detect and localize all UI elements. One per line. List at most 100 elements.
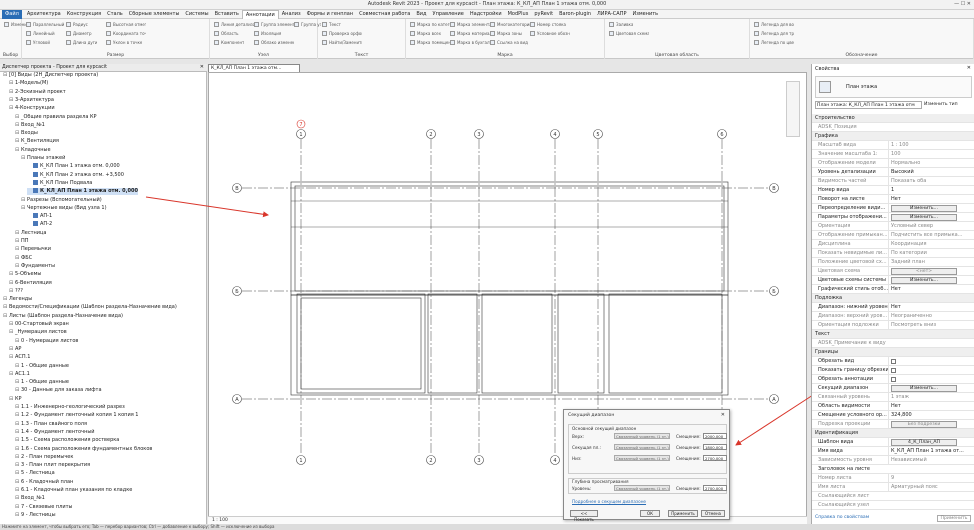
property-value[interactable]: Арматурный пояс: [888, 483, 974, 492]
checkbox[interactable]: [891, 377, 896, 382]
property-value[interactable]: Изменить...: [888, 276, 974, 285]
ok-button[interactable]: ОК: [640, 510, 660, 517]
apply-button[interactable]: Применить: [668, 510, 698, 517]
level-dropdown[interactable]: Связанный уровень (1 эт.): [614, 444, 670, 450]
property-name: ADSK_Позиция: [818, 124, 857, 130]
property-name: Текст: [815, 331, 830, 337]
property-row: Диапазон: нижний уровен... Нет: [812, 303, 974, 312]
property-value[interactable]: Условный север: [888, 222, 974, 231]
level-dropdown[interactable]: Связанный уровень (1 эт.): [614, 455, 670, 461]
property-name: Имя листа: [818, 484, 846, 490]
property-section[interactable]: Границы: [812, 348, 974, 357]
property-value[interactable]: Показать оба: [888, 177, 974, 186]
close-icon[interactable]: ✕: [721, 412, 725, 418]
property-value[interactable]: Координация: [888, 240, 974, 249]
property-value[interactable]: 9: [888, 474, 974, 483]
annotation-arrow: [145, 196, 269, 218]
property-value[interactable]: Нет: [888, 402, 974, 411]
property-value[interactable]: Неограниченно: [888, 312, 974, 321]
property-value[interactable]: Изменить...: [888, 213, 974, 222]
checkbox[interactable]: [891, 368, 896, 373]
property-value[interactable]: 324,800: [888, 411, 974, 420]
edit-button[interactable]: Без подрезки: [891, 421, 957, 428]
property-section[interactable]: Строительство: [812, 114, 974, 123]
dialog-title: Секущий диапазон: [568, 413, 615, 418]
property-value[interactable]: К_КЛ_АП План 1 этажа от...: [888, 447, 974, 456]
edit-button[interactable]: Изменить...: [891, 385, 957, 392]
property-name: Заголовок на листе: [818, 466, 870, 472]
offset-input[interactable]: 2700,000: [703, 455, 727, 461]
property-value[interactable]: 100: [888, 150, 974, 159]
property-value[interactable]: Нормально: [888, 159, 974, 168]
depth-label: Глубина просматривания: [572, 479, 629, 484]
property-name: Ссылающийся узел: [818, 502, 870, 508]
property-name: Идентификация: [815, 430, 858, 436]
property-value[interactable]: Изменить...: [888, 384, 974, 393]
properties-panel: Свойства ✕ План этажа План этажа: К_КЛ_А…: [811, 64, 974, 524]
properties-help-link[interactable]: Справка по свойствам: [815, 515, 869, 520]
edit-button[interactable]: <нет>: [891, 268, 957, 275]
property-value[interactable]: 1: [888, 186, 974, 195]
property-name: Отображение примыкан...: [818, 232, 888, 238]
property-value[interactable]: Задний план: [888, 258, 974, 267]
property-value[interactable]: 4_К_План_АП: [888, 438, 974, 447]
property-value[interactable]: 1 этаж: [888, 393, 974, 402]
property-section[interactable]: Подложка: [812, 294, 974, 303]
checkbox[interactable]: [891, 359, 896, 364]
property-row: Поворот на листе Нет: [812, 195, 974, 204]
property-value[interactable]: <нет>: [888, 267, 974, 276]
type-selector[interactable]: План этажа: [815, 76, 972, 98]
instance-selector[interactable]: План этажа: К_КЛ_АП План 1 этажа отм: [815, 101, 922, 109]
property-value[interactable]: Подчистить все примыка...: [888, 231, 974, 240]
property-value[interactable]: Нет: [888, 285, 974, 294]
property-value[interactable]: Без подрезки: [888, 420, 974, 429]
offset-input[interactable]: 2000,000: [703, 433, 727, 439]
edit-button[interactable]: Изменить...: [891, 277, 957, 284]
property-value[interactable]: Посмотреть вниз: [888, 321, 974, 330]
edit-button[interactable]: 4_К_План_АП: [891, 439, 957, 446]
property-value[interactable]: Нет: [888, 195, 974, 204]
property-value[interactable]: Нет: [888, 303, 974, 312]
property-row: Имя вида К_КЛ_АП План 1 этажа от...: [812, 447, 974, 456]
edit-button[interactable]: Изменить...: [891, 214, 957, 221]
property-name: Ссылающийся лист: [818, 493, 870, 499]
edit-type-button[interactable]: Изменить тип: [924, 101, 973, 109]
property-value[interactable]: Изменить...: [888, 204, 974, 213]
range-label: Верх:: [572, 434, 584, 439]
range-label: Низ:: [572, 456, 582, 461]
property-name: Поворот на листе: [818, 196, 865, 202]
offset-input[interactable]: 2700,000: [703, 485, 727, 491]
property-name: Строительство: [815, 115, 855, 121]
view-range-dialog: Секущий диапазон ✕ Основной секущий диап…: [563, 409, 730, 522]
property-row: Подрезка проекции Без подрезки: [812, 420, 974, 429]
property-name: Область видимости: [818, 403, 871, 409]
property-section[interactable]: Текст: [812, 330, 974, 339]
property-value[interactable]: 1 : 100: [888, 141, 974, 150]
show-button[interactable]: << Показать: [570, 510, 598, 522]
apply-button[interactable]: Применить: [937, 515, 971, 522]
property-name: Подрезка проекции: [818, 421, 871, 427]
property-name: ADSK_Примечание к виду: [818, 340, 886, 346]
help-link[interactable]: Подробнее о секущем диапазоне: [572, 499, 646, 504]
property-value[interactable]: По категории: [888, 249, 974, 258]
property-row: Графический стиль отоб... Нет: [812, 285, 974, 294]
property-row: Параметры отображени... Изменить...: [812, 213, 974, 222]
property-section[interactable]: Идентификация: [812, 429, 974, 438]
property-name: Подложка: [815, 295, 843, 301]
property-name: Номер вида: [818, 187, 850, 193]
property-value[interactable]: Независимый: [888, 456, 974, 465]
level-dropdown[interactable]: Связанный уровень (1 эт.): [614, 485, 670, 491]
property-name: Номер листа: [818, 475, 852, 481]
level-dropdown[interactable]: Связанный уровень (1 эт.): [614, 433, 670, 439]
offset-label: Смещение:: [676, 456, 701, 461]
property-row: Имя листа Арматурный пояс: [812, 483, 974, 492]
property-section[interactable]: Графика: [812, 132, 974, 141]
property-row: Связанный уровень 1 этаж: [812, 393, 974, 402]
edit-button[interactable]: Изменить...: [891, 205, 957, 212]
property-row: Видимость частей Показать оба: [812, 177, 974, 186]
property-row: Номер листа 9: [812, 474, 974, 483]
offset-input[interactable]: 1800,000: [703, 444, 727, 450]
close-icon[interactable]: ✕: [967, 65, 971, 71]
property-value[interactable]: Высокий: [888, 168, 974, 177]
cancel-button[interactable]: Отмена: [701, 510, 725, 517]
